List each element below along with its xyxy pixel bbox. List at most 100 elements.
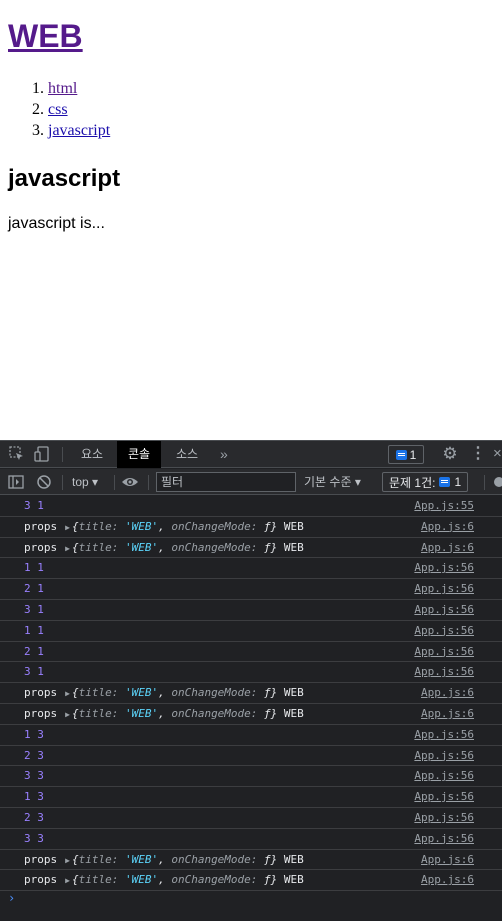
console-input[interactable] bbox=[24, 890, 494, 908]
expand-triangle-icon[interactable]: ▶ bbox=[65, 856, 70, 865]
toolbar-divider bbox=[114, 475, 115, 490]
expand-triangle-icon[interactable]: ▶ bbox=[65, 544, 70, 553]
nav-link-html[interactable]: html bbox=[48, 80, 77, 97]
issues-label: 문제 1건: bbox=[389, 475, 436, 490]
tab-console[interactable]: 콘솔 bbox=[117, 441, 162, 468]
issues-button[interactable]: 문제 1건: 1 bbox=[382, 472, 469, 492]
object-function-value: ƒ} bbox=[264, 706, 278, 720]
console-message: 2 3 App.js:56 bbox=[0, 808, 502, 829]
clear-console-icon[interactable] bbox=[35, 473, 53, 491]
object-key: onChangeMode: bbox=[171, 706, 258, 720]
source-link[interactable]: App.js:6 bbox=[421, 517, 474, 537]
issue-flag-icon bbox=[439, 477, 451, 487]
source-link[interactable]: App.js:56 bbox=[414, 662, 474, 682]
console-message: 3 3 App.js:56 bbox=[0, 766, 502, 788]
console-log: 3 1 App.js:55 props ▶ {title: 'WEB', onChang… bbox=[0, 496, 502, 892]
topic-nav-list: html css javascript bbox=[8, 78, 110, 141]
issues-badge[interactable]: 1 bbox=[388, 445, 424, 464]
source-link[interactable]: App.js:56 bbox=[414, 621, 474, 641]
expand-triangle-icon[interactable]: ▶ bbox=[65, 523, 70, 532]
inspect-element-icon[interactable] bbox=[8, 445, 26, 463]
source-link[interactable]: App.js:56 bbox=[414, 746, 474, 766]
chevron-down-icon: ▾ bbox=[354, 475, 361, 489]
object-string-value: 'WEB' bbox=[124, 686, 159, 700]
console-suffix: WEB bbox=[283, 519, 304, 533]
console-message: 3 1 App.js:55 bbox=[0, 496, 502, 517]
object-string-value: 'WEB' bbox=[124, 852, 159, 866]
more-options-icon[interactable]: ⋮ bbox=[470, 444, 486, 464]
log-level-select[interactable]: 기본 수준 ▾ bbox=[304, 473, 361, 491]
console-message-text: 1 3 bbox=[24, 725, 44, 745]
close-icon[interactable]: × bbox=[493, 444, 502, 464]
object-string-value: 'WEB' bbox=[124, 519, 159, 533]
console-message-text: 3 3 bbox=[24, 829, 44, 849]
filter-input[interactable] bbox=[156, 472, 296, 492]
console-label: props bbox=[24, 706, 58, 720]
source-link[interactable]: App.js:56 bbox=[414, 579, 474, 599]
eye-icon[interactable] bbox=[121, 473, 139, 491]
object-key: onChangeMode: bbox=[171, 686, 258, 700]
nav-item: css bbox=[48, 99, 110, 120]
console-message: 2 3 App.js:56 bbox=[0, 746, 502, 767]
tab-elements[interactable]: 요소 bbox=[70, 441, 114, 468]
tab-sources[interactable]: 소스 bbox=[165, 441, 209, 468]
object-comma: , bbox=[158, 686, 165, 700]
issues-count: 1 bbox=[454, 475, 462, 489]
page-title-link[interactable]: WEB bbox=[8, 14, 83, 58]
toolbar-divider bbox=[62, 475, 63, 490]
console-values: 2 1 bbox=[24, 582, 44, 596]
object-key: title: bbox=[78, 873, 119, 887]
settings-icon[interactable] bbox=[490, 473, 502, 491]
page-content: WEB html css javascript javascript javas… bbox=[0, 0, 502, 440]
nav-link-javascript[interactable]: javascript bbox=[48, 122, 110, 139]
console-label: props bbox=[24, 686, 58, 700]
console-suffix: WEB bbox=[283, 852, 304, 866]
source-link[interactable]: App.js:6 bbox=[421, 704, 474, 724]
console-message-text: props ▶ {title: 'WEB', onChangeMode: ƒ} WE… bbox=[24, 538, 304, 559]
source-link[interactable]: App.js:55 bbox=[414, 496, 474, 516]
expand-triangle-icon[interactable]: ▶ bbox=[65, 689, 70, 698]
console-prompt[interactable]: › bbox=[0, 888, 502, 910]
object-key: onChangeMode: bbox=[171, 540, 258, 554]
source-link[interactable]: App.js:56 bbox=[414, 600, 474, 620]
context-value: top bbox=[72, 475, 89, 489]
object-key: title: bbox=[78, 852, 119, 866]
object-function-value: ƒ} bbox=[264, 540, 278, 554]
source-link[interactable]: App.js:56 bbox=[414, 808, 474, 828]
source-link[interactable]: App.js:56 bbox=[414, 642, 474, 662]
console-message: 2 1 App.js:56 bbox=[0, 642, 502, 663]
console-message-text: 1 3 bbox=[24, 787, 44, 807]
object-comma: , bbox=[158, 873, 165, 887]
source-link[interactable]: App.js:56 bbox=[414, 558, 474, 578]
object-brace: { bbox=[71, 852, 79, 866]
more-tabs-button[interactable]: » bbox=[220, 441, 228, 468]
object-string-value: 'WEB' bbox=[124, 706, 159, 720]
console-message: props ▶ {title: 'WEB', onChangeMode: ƒ} WE… bbox=[0, 850, 502, 871]
object-key: onChangeMode: bbox=[171, 519, 258, 533]
source-link[interactable]: App.js:56 bbox=[414, 787, 474, 807]
console-values: 2 3 bbox=[24, 748, 44, 762]
source-link[interactable]: App.js:6 bbox=[421, 538, 474, 558]
source-link[interactable]: App.js:56 bbox=[414, 766, 474, 786]
console-values: 3 3 bbox=[24, 831, 44, 845]
nav-link-css[interactable]: css bbox=[48, 101, 68, 118]
object-function-value: ƒ} bbox=[264, 873, 278, 887]
console-label: props bbox=[24, 519, 58, 533]
sidebar-toggle-icon[interactable] bbox=[7, 473, 25, 491]
source-link[interactable]: App.js:6 bbox=[421, 850, 474, 870]
source-link[interactable]: App.js:56 bbox=[414, 725, 474, 745]
console-message: 3 1 App.js:56 bbox=[0, 662, 502, 684]
expand-triangle-icon[interactable]: ▶ bbox=[65, 876, 70, 885]
object-key: title: bbox=[78, 706, 119, 720]
device-toolbar-icon[interactable] bbox=[33, 445, 51, 463]
gear-icon[interactable]: ⚙ bbox=[440, 444, 460, 464]
console-values: 3 1 bbox=[24, 499, 44, 512]
console-message-text: 2 3 bbox=[24, 808, 44, 828]
source-link[interactable]: App.js:6 bbox=[421, 683, 474, 703]
toolbar-divider bbox=[148, 475, 149, 490]
context-select[interactable]: top ▾ bbox=[72, 473, 98, 491]
object-comma: , bbox=[158, 852, 165, 866]
source-link[interactable]: App.js:56 bbox=[414, 829, 474, 849]
expand-triangle-icon[interactable]: ▶ bbox=[65, 710, 70, 719]
object-function-value: ƒ} bbox=[264, 519, 278, 533]
